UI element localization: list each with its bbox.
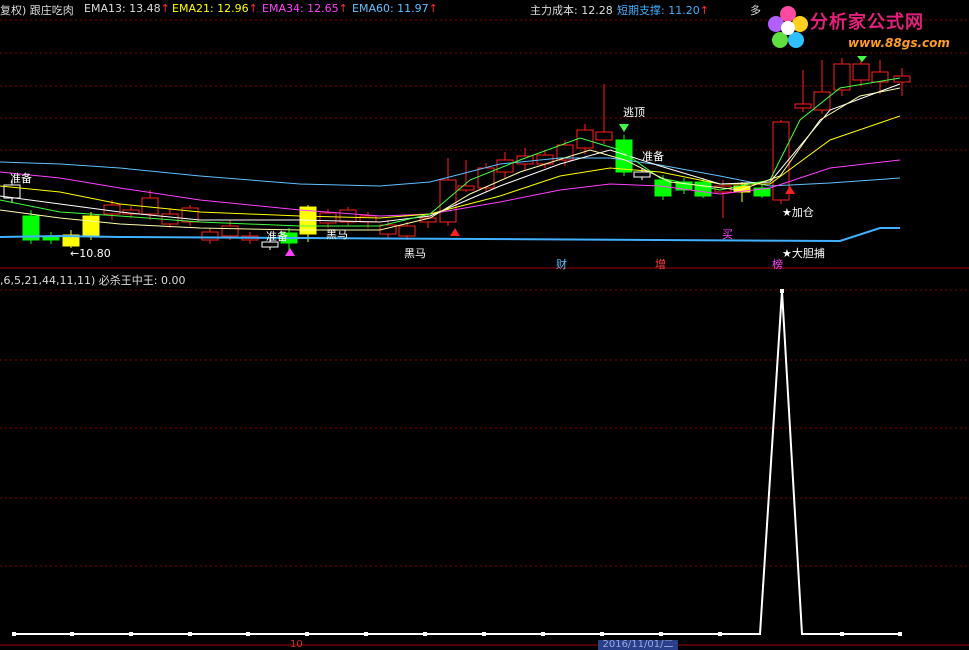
ema21-readout: EMA21: 12.96↑: [172, 2, 258, 15]
lower-indicator: [12, 289, 902, 636]
candle-body: [103, 204, 121, 215]
price-low-label: ←10.80: [70, 247, 111, 260]
up-arrow: [285, 248, 295, 256]
ema13-readout: EMA13: 13.48↑: [84, 2, 170, 15]
candle-body: [439, 179, 457, 223]
ema-lines: [0, 77, 901, 635]
indicator-dot: [541, 632, 545, 636]
indicator-dot: [898, 632, 902, 636]
signal-heima-2: 黑马: [404, 247, 426, 260]
signal-zhunbei-mid: 准备: [266, 230, 288, 243]
signal-mai: 买: [722, 228, 733, 241]
signal-zeng: 增: [655, 258, 666, 271]
up-arrow: [450, 228, 460, 236]
logo-title: 分析家公式网: [810, 12, 924, 33]
indicator-line: [14, 290, 900, 635]
site-logo: 分析家公式网 www.88gs.com: [762, 0, 969, 60]
indicator-dot: [12, 632, 16, 636]
grid-lines: [0, 19, 969, 646]
down-arrow: [619, 124, 629, 132]
indicator-dot: [70, 632, 74, 636]
lower-panel-title: ,6,5,21,44,11,11) 必杀王中王: 0.00: [0, 274, 186, 287]
candle-body: [82, 215, 100, 237]
kline-chart[interactable]: [0, 0, 969, 650]
candle-body: [595, 131, 613, 141]
candle-body: [319, 212, 337, 224]
indicator-peak-dot: [780, 289, 784, 293]
indicator-dot: [305, 632, 309, 636]
candle-body: [398, 225, 416, 237]
indicator-dot: [364, 632, 368, 636]
candle-body: [201, 231, 219, 241]
indicator-dot: [600, 632, 604, 636]
signal-cai: 财: [556, 258, 567, 271]
signal-jiacang: ★加仓: [782, 206, 814, 219]
candle-body: [654, 179, 672, 197]
candle-body: [633, 171, 651, 178]
ema60-readout: EMA60: 11.97↑: [352, 2, 438, 15]
indicator-dot: [482, 632, 486, 636]
ema34-readout: EMA34: 12.65↑: [262, 2, 348, 15]
candle-body: [221, 225, 239, 237]
candle-body: [794, 103, 812, 109]
candle-body: [772, 121, 790, 201]
date-cursor-label: 2016/11/01/二: [598, 640, 678, 650]
candle-body: [339, 209, 357, 223]
axis-tick-label: 10: [290, 639, 303, 650]
indicator-dot: [246, 632, 250, 636]
flower-icon: [768, 6, 808, 48]
candlesticks: [3, 56, 911, 250]
signal-taoding: 逃顶: [623, 106, 645, 119]
logo-url: www.88gs.com: [848, 36, 950, 50]
support-line: [0, 227, 900, 243]
short-support-readout: 短期支撑: 11.20↑: [617, 4, 709, 17]
main-cost-readout: 主力成本: 12.28: [530, 4, 613, 17]
indicator-dot: [659, 632, 663, 636]
signal-dadanbu: ★大胆捕: [782, 247, 825, 260]
candle-body: [833, 63, 851, 91]
indicator-dot: [129, 632, 133, 636]
indicator-title: 复权) 跟庄吃肉: [0, 4, 74, 17]
candle-body: [852, 63, 870, 81]
duo-readout: 多: [750, 4, 761, 17]
candle-body: [694, 181, 712, 197]
indicator-dot: [423, 632, 427, 636]
indicator-dot: [718, 632, 722, 636]
signal-zhunbei-right: 准备: [642, 150, 664, 163]
indicator-dot: [188, 632, 192, 636]
signal-heima-1: 黑马: [326, 228, 348, 241]
indicator-dot: [840, 632, 844, 636]
signal-zhunbei-left: 准备: [10, 172, 32, 185]
